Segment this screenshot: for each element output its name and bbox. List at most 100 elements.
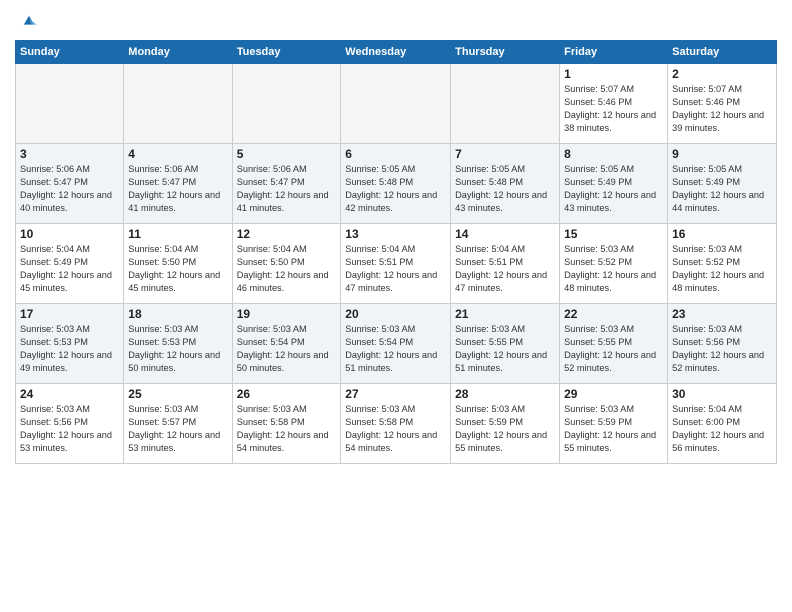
day-number: 11 xyxy=(128,227,227,241)
calendar-cell: 9 Sunrise: 5:05 AM Sunset: 5:49 PM Daylig… xyxy=(668,144,777,224)
calendar-cell: 25 Sunrise: 5:03 AM Sunset: 5:57 PM Dayli… xyxy=(124,384,232,464)
day-number: 28 xyxy=(455,387,555,401)
calendar-cell: 14Sunrise: 5:04 AM Sunset: 5:51 PM Dayli… xyxy=(451,224,560,304)
calendar-cell: 19 Sunrise: 5:03 AM Sunset: 5:54 PM Dayli… xyxy=(232,304,341,384)
calendar-cell: 12 Sunrise: 5:04 AM Sunset: 5:50 PM Dayli… xyxy=(232,224,341,304)
day-info: Sunrise: 5:03 AM Sunset: 5:56 PM Dayligh… xyxy=(672,323,772,375)
weekday-header-thursday: Thursday xyxy=(451,41,560,64)
day-number: 4 xyxy=(128,147,227,161)
calendar-table: SundayMondayTuesdayWednesdayThursdayFrid… xyxy=(15,40,777,464)
calendar-cell: 18 Sunrise: 5:03 AM Sunset: 5:53 PM Dayli… xyxy=(124,304,232,384)
day-info: Sunrise: 5:03 AM Sunset: 5:58 PM Dayligh… xyxy=(345,403,446,455)
day-info: Sunrise: 5:04 AM Sunset: 6:00 PM Dayligh… xyxy=(672,403,772,455)
day-number: 25 xyxy=(128,387,227,401)
calendar-cell: 30Sunrise: 5:04 AM Sunset: 6:00 PM Dayli… xyxy=(668,384,777,464)
day-info: Sunrise: 5:05 AM Sunset: 5:48 PM Dayligh… xyxy=(345,163,446,215)
day-number: 23 xyxy=(672,307,772,321)
day-info: Sunrise: 5:04 AM Sunset: 5:50 PM Dayligh… xyxy=(237,243,337,295)
calendar-week-row: 1 Sunrise: 5:07 AM Sunset: 5:46 PM Daylig… xyxy=(16,64,777,144)
calendar-cell: 24Sunrise: 5:03 AM Sunset: 5:56 PM Dayli… xyxy=(16,384,124,464)
logo-icon xyxy=(18,10,40,32)
calendar-cell xyxy=(16,64,124,144)
calendar-cell: 28 Sunrise: 5:03 AM Sunset: 5:59 PM Dayli… xyxy=(451,384,560,464)
day-number: 27 xyxy=(345,387,446,401)
day-info: Sunrise: 5:05 AM Sunset: 5:48 PM Dayligh… xyxy=(455,163,555,215)
weekday-header-saturday: Saturday xyxy=(668,41,777,64)
day-info: Sunrise: 5:03 AM Sunset: 5:54 PM Dayligh… xyxy=(345,323,446,375)
calendar-week-row: 17 Sunrise: 5:03 AM Sunset: 5:53 PM Dayli… xyxy=(16,304,777,384)
day-info: Sunrise: 5:04 AM Sunset: 5:49 PM Dayligh… xyxy=(20,243,119,295)
day-info: Sunrise: 5:03 AM Sunset: 5:53 PM Dayligh… xyxy=(20,323,119,375)
weekday-header-row: SundayMondayTuesdayWednesdayThursdayFrid… xyxy=(16,41,777,64)
weekday-header-tuesday: Tuesday xyxy=(232,41,341,64)
calendar-cell: 29 Sunrise: 5:03 AM Sunset: 5:59 PM Dayli… xyxy=(560,384,668,464)
calendar-cell: 26 Sunrise: 5:03 AM Sunset: 5:58 PM Dayli… xyxy=(232,384,341,464)
day-info: Sunrise: 5:04 AM Sunset: 5:50 PM Dayligh… xyxy=(128,243,227,295)
weekday-header-wednesday: Wednesday xyxy=(341,41,451,64)
day-info: Sunrise: 5:03 AM Sunset: 5:55 PM Dayligh… xyxy=(564,323,663,375)
calendar-cell: 15Sunrise: 5:03 AM Sunset: 5:52 PM Dayli… xyxy=(560,224,668,304)
day-info: Sunrise: 5:03 AM Sunset: 5:57 PM Dayligh… xyxy=(128,403,227,455)
day-info: Sunrise: 5:03 AM Sunset: 5:52 PM Dayligh… xyxy=(672,243,772,295)
calendar-cell: 3Sunrise: 5:06 AM Sunset: 5:47 PM Daylig… xyxy=(16,144,124,224)
day-info: Sunrise: 5:03 AM Sunset: 5:53 PM Dayligh… xyxy=(128,323,227,375)
logo xyxy=(15,10,40,32)
day-info: Sunrise: 5:04 AM Sunset: 5:51 PM Dayligh… xyxy=(345,243,446,295)
calendar-week-row: 24Sunrise: 5:03 AM Sunset: 5:56 PM Dayli… xyxy=(16,384,777,464)
weekday-header-sunday: Sunday xyxy=(16,41,124,64)
day-number: 21 xyxy=(455,307,555,321)
calendar-cell: 8 Sunrise: 5:05 AM Sunset: 5:49 PM Daylig… xyxy=(560,144,668,224)
weekday-header-friday: Friday xyxy=(560,41,668,64)
day-info: Sunrise: 5:03 AM Sunset: 5:59 PM Dayligh… xyxy=(455,403,555,455)
calendar-cell: 17 Sunrise: 5:03 AM Sunset: 5:53 PM Dayli… xyxy=(16,304,124,384)
day-info: Sunrise: 5:07 AM Sunset: 5:46 PM Dayligh… xyxy=(672,83,772,135)
day-number: 1 xyxy=(564,67,663,81)
weekday-header-monday: Monday xyxy=(124,41,232,64)
day-number: 8 xyxy=(564,147,663,161)
day-info: Sunrise: 5:05 AM Sunset: 5:49 PM Dayligh… xyxy=(564,163,663,215)
day-number: 18 xyxy=(128,307,227,321)
day-number: 16 xyxy=(672,227,772,241)
day-number: 10 xyxy=(20,227,119,241)
day-number: 19 xyxy=(237,307,337,321)
calendar-cell: 13Sunrise: 5:04 AM Sunset: 5:51 PM Dayli… xyxy=(341,224,451,304)
day-number: 17 xyxy=(20,307,119,321)
calendar-cell: 21 Sunrise: 5:03 AM Sunset: 5:55 PM Dayli… xyxy=(451,304,560,384)
day-number: 12 xyxy=(237,227,337,241)
day-info: Sunrise: 5:06 AM Sunset: 5:47 PM Dayligh… xyxy=(237,163,337,215)
day-info: Sunrise: 5:03 AM Sunset: 5:54 PM Dayligh… xyxy=(237,323,337,375)
calendar-cell xyxy=(451,64,560,144)
calendar-cell: 20 Sunrise: 5:03 AM Sunset: 5:54 PM Dayli… xyxy=(341,304,451,384)
calendar-cell: 6 Sunrise: 5:05 AM Sunset: 5:48 PM Daylig… xyxy=(341,144,451,224)
day-number: 6 xyxy=(345,147,446,161)
day-info: Sunrise: 5:06 AM Sunset: 5:47 PM Dayligh… xyxy=(128,163,227,215)
day-number: 9 xyxy=(672,147,772,161)
day-number: 15 xyxy=(564,227,663,241)
day-number: 22 xyxy=(564,307,663,321)
day-info: Sunrise: 5:03 AM Sunset: 5:59 PM Dayligh… xyxy=(564,403,663,455)
calendar-week-row: 10 Sunrise: 5:04 AM Sunset: 5:49 PM Dayli… xyxy=(16,224,777,304)
calendar-cell: 11 Sunrise: 5:04 AM Sunset: 5:50 PM Dayli… xyxy=(124,224,232,304)
day-number: 29 xyxy=(564,387,663,401)
calendar-cell: 22 Sunrise: 5:03 AM Sunset: 5:55 PM Dayli… xyxy=(560,304,668,384)
calendar-cell: 16 Sunrise: 5:03 AM Sunset: 5:52 PM Dayli… xyxy=(668,224,777,304)
day-info: Sunrise: 5:03 AM Sunset: 5:56 PM Dayligh… xyxy=(20,403,119,455)
calendar-cell xyxy=(341,64,451,144)
day-number: 7 xyxy=(455,147,555,161)
calendar-cell: 1 Sunrise: 5:07 AM Sunset: 5:46 PM Daylig… xyxy=(560,64,668,144)
day-info: Sunrise: 5:03 AM Sunset: 5:55 PM Dayligh… xyxy=(455,323,555,375)
day-info: Sunrise: 5:07 AM Sunset: 5:46 PM Dayligh… xyxy=(564,83,663,135)
day-number: 3 xyxy=(20,147,119,161)
calendar-week-row: 3 Sunrise: 5:06 AM Sunset: 5:47 PM Daylig… xyxy=(16,144,777,224)
day-number: 26 xyxy=(237,387,337,401)
day-info: Sunrise: 5:05 AM Sunset: 5:49 PM Dayligh… xyxy=(672,163,772,215)
calendar-cell: 2 Sunrise: 5:07 AM Sunset: 5:46 PM Daylig… xyxy=(668,64,777,144)
day-number: 20 xyxy=(345,307,446,321)
calendar-cell xyxy=(124,64,232,144)
page: SundayMondayTuesdayWednesdayThursdayFrid… xyxy=(0,0,792,612)
day-info: Sunrise: 5:04 AM Sunset: 5:51 PM Dayligh… xyxy=(455,243,555,295)
calendar-cell: 7 Sunrise: 5:05 AM Sunset: 5:48 PM Daylig… xyxy=(451,144,560,224)
day-number: 2 xyxy=(672,67,772,81)
day-info: Sunrise: 5:03 AM Sunset: 5:58 PM Dayligh… xyxy=(237,403,337,455)
calendar-cell: 5Sunrise: 5:06 AM Sunset: 5:47 PM Daylig… xyxy=(232,144,341,224)
